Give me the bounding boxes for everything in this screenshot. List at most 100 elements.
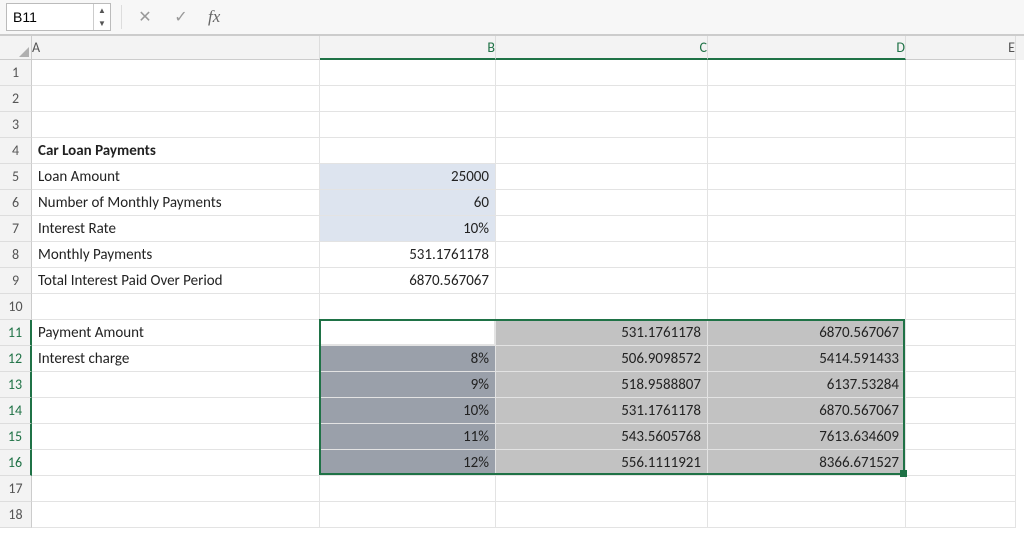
cell-B13[interactable]: 9%: [320, 372, 496, 398]
cell-A3[interactable]: [32, 112, 320, 138]
row-header-7[interactable]: 7: [0, 216, 32, 242]
cell-A14[interactable]: [32, 398, 320, 424]
row-header-18[interactable]: 18: [0, 502, 32, 528]
cell-E17[interactable]: [906, 476, 1016, 502]
cell-D10[interactable]: [708, 294, 906, 320]
cell-D13[interactable]: 6137.53284: [708, 372, 906, 398]
enter-formula-button[interactable]: ✓: [168, 4, 194, 30]
cell-D9[interactable]: [708, 268, 906, 294]
row-header-16[interactable]: 16: [0, 450, 32, 476]
cell-B4[interactable]: [320, 138, 496, 164]
cells-area[interactable]: Car Loan PaymentsLoan Amount25000Number …: [32, 60, 1016, 528]
row-header-17[interactable]: 17: [0, 476, 32, 502]
cell-D8[interactable]: [708, 242, 906, 268]
cell-B14[interactable]: 10%: [320, 398, 496, 424]
insert-function-button[interactable]: fx: [204, 7, 224, 27]
cell-E12[interactable]: [906, 346, 1016, 372]
cell-C5[interactable]: [496, 164, 708, 190]
cell-C15[interactable]: 543.5605768: [496, 424, 708, 450]
row-header-12[interactable]: 12: [0, 346, 32, 372]
cell-A15[interactable]: [32, 424, 320, 450]
cell-C4[interactable]: [496, 138, 708, 164]
cell-B5[interactable]: 25000: [320, 164, 496, 190]
cell-B15[interactable]: 11%: [320, 424, 496, 450]
name-box-up-icon[interactable]: ▲: [94, 4, 110, 17]
cell-E14[interactable]: [906, 398, 1016, 424]
cell-A7[interactable]: Interest Rate: [32, 216, 320, 242]
cell-B17[interactable]: [320, 476, 496, 502]
cell-D5[interactable]: [708, 164, 906, 190]
cell-C1[interactable]: [496, 60, 708, 86]
cell-E16[interactable]: [906, 450, 1016, 476]
name-box-down-icon[interactable]: ▼: [94, 17, 110, 30]
cell-D11[interactable]: 6870.567067: [708, 320, 906, 346]
cell-D7[interactable]: [708, 216, 906, 242]
col-header-D[interactable]: D: [708, 36, 906, 60]
col-header-C[interactable]: C: [496, 36, 708, 60]
select-all-triangle[interactable]: [0, 36, 32, 60]
cell-A11[interactable]: Payment Amount: [32, 320, 320, 346]
cell-A4[interactable]: Car Loan Payments: [32, 138, 320, 164]
row-header-14[interactable]: 14: [0, 398, 32, 424]
cell-D17[interactable]: [708, 476, 906, 502]
cell-B9[interactable]: 6870.567067: [320, 268, 496, 294]
row-header-6[interactable]: 6: [0, 190, 32, 216]
cell-C3[interactable]: [496, 112, 708, 138]
cell-A1[interactable]: [32, 60, 320, 86]
cell-A16[interactable]: [32, 450, 320, 476]
cell-E9[interactable]: [906, 268, 1016, 294]
cell-A13[interactable]: [32, 372, 320, 398]
cell-D16[interactable]: 8366.671527: [708, 450, 906, 476]
cell-B8[interactable]: 531.1761178: [320, 242, 496, 268]
row-header-4[interactable]: 4: [0, 138, 32, 164]
cell-B6[interactable]: 60: [320, 190, 496, 216]
cell-C10[interactable]: [496, 294, 708, 320]
row-header-15[interactable]: 15: [0, 424, 32, 450]
cell-C18[interactable]: [496, 502, 708, 528]
cell-B16[interactable]: 12%: [320, 450, 496, 476]
cell-C11[interactable]: 531.1761178: [496, 320, 708, 346]
cell-A2[interactable]: [32, 86, 320, 112]
cell-E15[interactable]: [906, 424, 1016, 450]
cancel-formula-button[interactable]: ✕: [132, 4, 158, 30]
cell-D15[interactable]: 7613.634609: [708, 424, 906, 450]
cell-A18[interactable]: [32, 502, 320, 528]
cell-D6[interactable]: [708, 190, 906, 216]
cell-D18[interactable]: [708, 502, 906, 528]
cell-C2[interactable]: [496, 86, 708, 112]
name-box-spinner[interactable]: ▲ ▼: [93, 4, 110, 30]
cell-B3[interactable]: [320, 112, 496, 138]
cell-B12[interactable]: 8%: [320, 346, 496, 372]
cell-B10[interactable]: [320, 294, 496, 320]
cell-B18[interactable]: [320, 502, 496, 528]
cell-A6[interactable]: Number of Monthly Payments: [32, 190, 320, 216]
row-header-9[interactable]: 9: [0, 268, 32, 294]
formula-input[interactable]: [234, 4, 1018, 30]
name-box[interactable]: [7, 7, 93, 27]
cell-E13[interactable]: [906, 372, 1016, 398]
cell-C6[interactable]: [496, 190, 708, 216]
row-header-3[interactable]: 3: [0, 112, 32, 138]
active-cell[interactable]: [321, 321, 495, 345]
cell-A8[interactable]: Monthly Payments: [32, 242, 320, 268]
cell-C14[interactable]: 531.1761178: [496, 398, 708, 424]
cell-B7[interactable]: 10%: [320, 216, 496, 242]
cell-C12[interactable]: 506.9098572: [496, 346, 708, 372]
cell-C17[interactable]: [496, 476, 708, 502]
cell-A12[interactable]: Interest charge: [32, 346, 320, 372]
row-header-11[interactable]: 11: [0, 320, 32, 346]
cell-D1[interactable]: [708, 60, 906, 86]
cell-E1[interactable]: [906, 60, 1016, 86]
cell-B1[interactable]: [320, 60, 496, 86]
cell-D4[interactable]: [708, 138, 906, 164]
row-header-1[interactable]: 1: [0, 60, 32, 86]
cell-D3[interactable]: [708, 112, 906, 138]
cell-B2[interactable]: [320, 86, 496, 112]
cell-E4[interactable]: [906, 138, 1016, 164]
cell-C7[interactable]: [496, 216, 708, 242]
cell-D14[interactable]: 6870.567067: [708, 398, 906, 424]
cell-E7[interactable]: [906, 216, 1016, 242]
row-header-13[interactable]: 13: [0, 372, 32, 398]
cell-A5[interactable]: Loan Amount: [32, 164, 320, 190]
cell-E18[interactable]: [906, 502, 1016, 528]
